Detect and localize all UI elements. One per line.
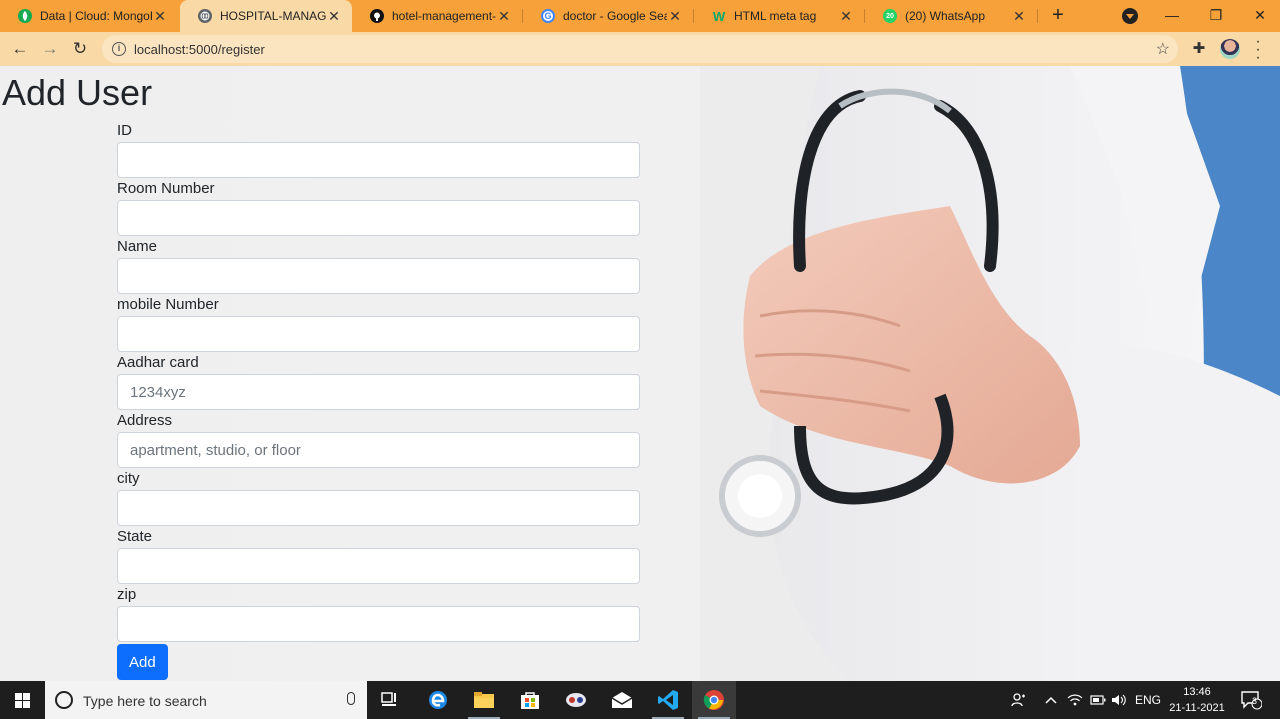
forward-arrow-icon[interactable]: → xyxy=(38,37,62,61)
close-icon[interactable]: ✕ xyxy=(838,8,854,25)
google-icon: G xyxy=(541,9,555,23)
id-field[interactable] xyxy=(117,142,640,178)
chrome-icon[interactable] xyxy=(692,681,736,719)
state-label: State xyxy=(117,528,153,545)
mobile-number-label: mobile Number xyxy=(117,296,219,313)
windows-start-icon[interactable] xyxy=(0,681,45,719)
notification-count-badge: 3 xyxy=(1252,696,1258,706)
reload-icon[interactable]: ↻ xyxy=(68,37,92,61)
edge-icon[interactable] xyxy=(416,681,460,719)
aadhar-card-label: Aadhar card xyxy=(117,354,199,371)
github-icon xyxy=(370,9,384,23)
name-field[interactable] xyxy=(117,258,640,294)
address-label: Address xyxy=(117,412,173,429)
close-icon[interactable]: ✕ xyxy=(1011,8,1027,25)
clock-date: 21-11-2021 xyxy=(1169,702,1225,714)
tab-title: (20) WhatsApp xyxy=(905,9,986,23)
name-label: Name xyxy=(117,238,158,255)
url-text[interactable]: localhost:5000/register xyxy=(134,42,265,57)
address-field[interactable] xyxy=(117,432,640,468)
tab-html-meta-tag[interactable]: W HTML meta tag ✕ xyxy=(694,0,864,32)
tab-title: hotel-management-sy xyxy=(392,9,496,23)
whatsapp-icon: 20 xyxy=(883,9,897,23)
add-button[interactable]: Add xyxy=(117,644,168,680)
room-number-field[interactable] xyxy=(117,200,640,236)
tab-separator xyxy=(1037,9,1038,23)
close-icon[interactable]: ✕ xyxy=(496,8,512,25)
tab-mongodb[interactable]: Data | Cloud: MongoD ✕ xyxy=(0,0,178,32)
site-info-icon[interactable]: i xyxy=(112,42,126,56)
taskbar-search-box[interactable]: Type here to search xyxy=(45,681,367,719)
restore-icon[interactable]: ❐ xyxy=(1196,4,1236,26)
snip-icon[interactable] xyxy=(554,681,598,719)
browser-toolbar: ← → ↻ i localhost:5000/register ☆ ✚ · · · xyxy=(0,32,1280,66)
minimize-icon[interactable]: — xyxy=(1152,4,1192,26)
back-arrow-icon[interactable]: ← xyxy=(8,37,32,61)
battery-icon[interactable] xyxy=(1088,681,1108,719)
tab-search-icon[interactable] xyxy=(1122,8,1138,24)
tab-title: Data | Cloud: MongoD xyxy=(40,9,152,23)
people-icon[interactable] xyxy=(1006,681,1032,719)
tab-github[interactable]: hotel-management-sy ✕ xyxy=(352,0,522,32)
tab-title: HOSPITAL-MANAGEM xyxy=(220,9,326,23)
mobile-number-field[interactable] xyxy=(117,316,640,352)
extensions-puzzle-icon[interactable]: ✚ xyxy=(1190,40,1208,58)
wifi-icon[interactable] xyxy=(1064,681,1086,719)
store-icon[interactable] xyxy=(508,681,552,719)
cortana-circle-icon xyxy=(55,691,73,709)
page-title: Add User xyxy=(2,72,153,113)
browser-menu-icon[interactable]: · · · xyxy=(1252,34,1264,66)
close-window-icon[interactable]: ✕ xyxy=(1240,4,1280,26)
windows-taskbar: Type here to search ENG 13:46 21-11-2021… xyxy=(0,681,1280,719)
tab-hospital-management[interactable]: HOSPITAL-MANAGEM ✕ xyxy=(180,0,352,32)
browser-tab-strip: Data | Cloud: MongoD ✕ HOSPITAL-MANAGEM … xyxy=(0,0,1280,32)
page-viewport: Add User ID Room Number Name mobile Numb… xyxy=(0,66,1280,681)
vscode-icon[interactable] xyxy=(646,681,690,719)
state-field[interactable] xyxy=(117,548,640,584)
zip-label: zip xyxy=(117,586,137,603)
chevron-up-icon[interactable] xyxy=(1040,681,1062,719)
mail-icon[interactable] xyxy=(600,681,644,719)
aadhar-card-field[interactable] xyxy=(117,374,640,410)
bookmark-star-icon[interactable]: ☆ xyxy=(1156,39,1170,59)
taskbar-clock[interactable]: 13:46 21-11-2021 xyxy=(1168,684,1226,716)
address-bar[interactable]: i localhost:5000/register ☆ xyxy=(102,35,1178,63)
tab-title: HTML meta tag xyxy=(734,9,817,23)
doctor-background-image xyxy=(700,66,1280,681)
file-explorer-icon[interactable] xyxy=(462,681,506,719)
new-tab-plus-icon[interactable]: + xyxy=(1046,4,1070,28)
close-icon[interactable]: ✕ xyxy=(326,8,342,25)
clock-time: 13:46 xyxy=(1183,686,1211,698)
microphone-icon[interactable] xyxy=(347,692,355,705)
language-indicator[interactable]: ENG xyxy=(1134,681,1162,719)
add-user-form: ID Room Number Name mobile Number Aadhar… xyxy=(117,122,640,680)
tab-google-search[interactable]: G doctor - Google Searc ✕ xyxy=(523,0,693,32)
notification-center-icon[interactable]: 3 xyxy=(1234,681,1268,719)
city-field[interactable] xyxy=(117,490,640,526)
mongodb-leaf-icon xyxy=(18,9,32,23)
volume-icon[interactable] xyxy=(1108,681,1130,719)
profile-avatar[interactable] xyxy=(1220,39,1240,59)
zip-field[interactable] xyxy=(117,606,640,642)
tab-title: doctor - Google Searc xyxy=(563,9,667,23)
room-number-label: Room Number xyxy=(117,180,215,197)
tab-whatsapp[interactable]: 20 (20) WhatsApp ✕ xyxy=(865,0,1037,32)
city-label: city xyxy=(117,470,140,487)
close-icon[interactable]: ✕ xyxy=(667,8,683,25)
close-icon[interactable]: ✕ xyxy=(152,8,168,25)
taskbar-search-placeholder: Type here to search xyxy=(83,693,207,709)
task-view-icon[interactable] xyxy=(368,681,412,719)
id-label: ID xyxy=(117,122,132,139)
globe-icon xyxy=(198,9,212,23)
w3schools-icon: W xyxy=(712,8,726,24)
